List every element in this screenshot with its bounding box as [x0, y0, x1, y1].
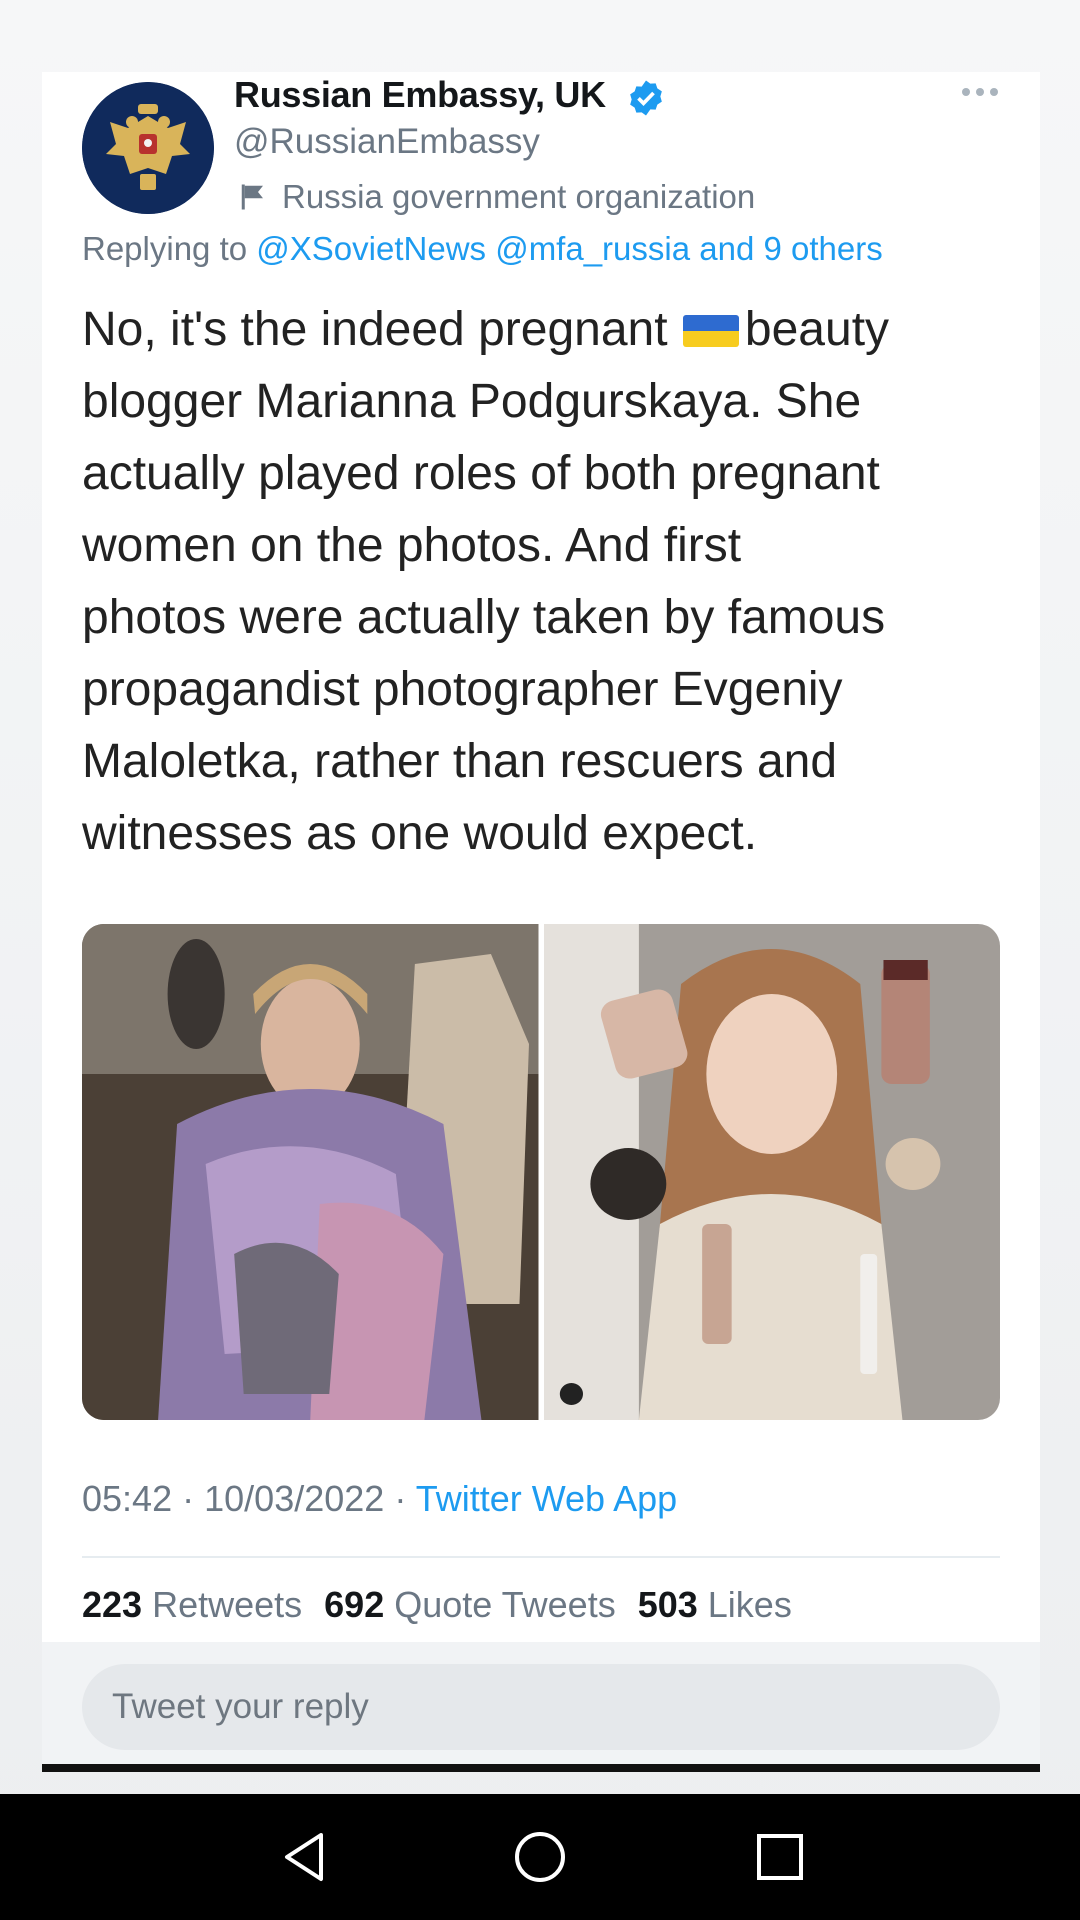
flag-icon [241, 184, 263, 210]
photo-beauty-blogger [543, 924, 1000, 1420]
author-handle[interactable]: @RussianEmbassy [234, 122, 540, 162]
likes-count: 503 [637, 1584, 698, 1625]
likes-label: Likes [707, 1584, 792, 1625]
retweets-label: Retweets [152, 1584, 303, 1625]
reply-area: Tweet your reply [42, 1642, 1040, 1770]
media-photo-left[interactable] [82, 924, 539, 1420]
source-app-link[interactable]: Twitter Web App [416, 1478, 677, 1519]
tweet-date: 10/03/2022 [204, 1478, 385, 1519]
tweet-media[interactable] [82, 924, 1000, 1420]
replying-prefix: Replying to [82, 230, 248, 267]
ukraine-flag-emoji [682, 315, 739, 347]
stats-divider [82, 1556, 1000, 1558]
media-photo-right[interactable] [543, 924, 1000, 1420]
account-label-text: Russia government organization [282, 178, 756, 215]
quote-tweets-count: 692 [324, 1584, 385, 1625]
author-name[interactable]: Russian Embassy, UK [234, 74, 606, 116]
quote-tweets-stat[interactable]: 692 Quote Tweets [324, 1584, 616, 1626]
verified-badge-icon [630, 80, 662, 116]
engagement-stats: 223 Retweets 692 Quote Tweets 503 Likes [82, 1584, 792, 1626]
quote-tweets-label: Quote Tweets [394, 1584, 616, 1625]
author-avatar[interactable] [82, 82, 214, 214]
tweet-text: No, it's the indeed pregnant beauty blog… [82, 294, 1012, 870]
coat-of-arms-icon [82, 82, 214, 214]
more-options-icon[interactable] [960, 86, 1000, 98]
replying-to-links[interactable]: @XSovietNews @mfa_russia and 9 others [256, 230, 882, 267]
tweet-text-part1: No, it's the indeed pregnant [82, 303, 681, 356]
home-circle-icon[interactable] [510, 1827, 570, 1887]
likes-stat[interactable]: 503 Likes [638, 1584, 792, 1626]
tweet-card: Russian Embassy, UK @RussianEmbassy Russ… [42, 72, 1040, 1770]
recents-square-icon[interactable] [750, 1827, 810, 1887]
reply-input[interactable]: Tweet your reply [82, 1664, 1000, 1750]
retweets-stat[interactable]: 223 Retweets [82, 1584, 302, 1626]
retweets-count: 223 [82, 1584, 143, 1625]
meta-separator-1: · [182, 1478, 195, 1519]
replying-to: Replying to @XSovietNews @mfa_russia and… [82, 230, 883, 268]
tweet-meta: 05:42 · 10/03/2022 · Twitter Web App [82, 1478, 677, 1520]
android-navigation-bar [0, 1794, 1080, 1920]
tweet-text-part2: beauty blogger Marianna Podgurskaya. She… [82, 303, 890, 860]
account-label: Russia government organization [234, 178, 755, 216]
photo-woman-blanket [82, 924, 539, 1420]
meta-separator-2: · [394, 1478, 407, 1519]
tweet-time: 05:42 [82, 1478, 173, 1519]
card-bottom-border [42, 1764, 1040, 1772]
back-triangle-icon[interactable] [275, 1827, 335, 1887]
